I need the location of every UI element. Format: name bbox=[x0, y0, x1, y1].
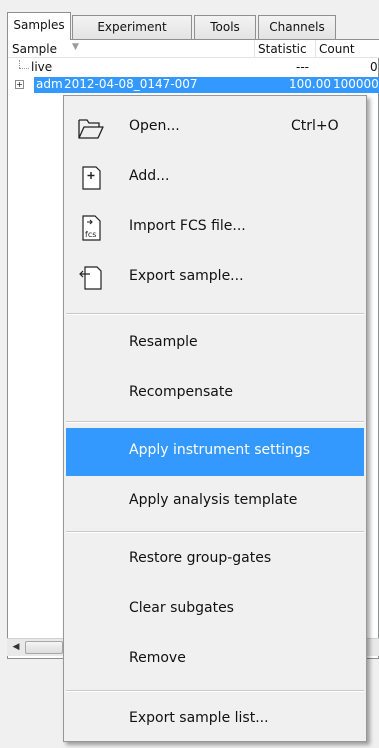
menu-item-export-sample-list[interactable]: Export sample list... bbox=[66, 696, 364, 744]
menu-item-label: Apply analysis template bbox=[129, 492, 298, 508]
selected-row-highlight[interactable]: adm 2012-04-08_0147-007 100.00 1000004 bbox=[34, 77, 379, 93]
export-document-icon bbox=[79, 266, 102, 290]
table-row-adm[interactable]: + adm 2012-04-08_0147-007 100.00 1000004 bbox=[8, 77, 379, 93]
scrollbar-thumb[interactable] bbox=[25, 641, 63, 654]
menu-item-resample[interactable]: Resample bbox=[66, 320, 364, 368]
tree-connector bbox=[19, 68, 29, 69]
menu-item-label: Export sample list... bbox=[129, 710, 269, 726]
menu-item-apply-analysis-template[interactable]: Apply analysis template bbox=[66, 478, 364, 526]
menu-item-label: Resample bbox=[129, 334, 198, 350]
svg-text:fcs: fcs bbox=[85, 230, 96, 239]
menu-item-label: Open... bbox=[129, 118, 180, 134]
menu-separator bbox=[66, 313, 364, 315]
menu-item-export-sample[interactable]: Export sample... bbox=[66, 254, 364, 302]
tree-connector bbox=[19, 60, 20, 68]
folder-icon bbox=[78, 119, 104, 139]
menu-item-label: Export sample... bbox=[129, 268, 244, 284]
menu-item-recompensate[interactable]: Recompensate bbox=[66, 370, 364, 418]
column-statistic[interactable]: Statistic bbox=[254, 40, 307, 58]
add-document-icon bbox=[82, 166, 101, 190]
sample-statistic: --- bbox=[296, 60, 309, 74]
expand-icon[interactable]: + bbox=[15, 80, 24, 89]
menu-item-apply-instrument-settings[interactable]: Apply instrument settings bbox=[66, 428, 364, 476]
menu-item-shortcut: Ctrl+O bbox=[291, 118, 339, 134]
menu-item-label: Apply instrument settings bbox=[129, 442, 311, 458]
sort-down-icon[interactable]: ▼ bbox=[72, 42, 79, 52]
sample-count: 0 bbox=[370, 60, 378, 74]
tab-experiment[interactable]: Experiment bbox=[72, 15, 192, 39]
tab-channels[interactable]: Channels bbox=[258, 15, 336, 39]
menu-item-label: Import FCS file... bbox=[129, 218, 246, 234]
sample-name: adm bbox=[36, 77, 63, 91]
menu-item-label: Remove bbox=[129, 650, 186, 666]
menu-item-clear-subgates[interactable]: Clear subgates bbox=[66, 586, 364, 634]
sample-statistic: 100.00 bbox=[289, 77, 331, 91]
tab-tools[interactable]: Tools bbox=[194, 15, 256, 39]
sample-name-rest: 2012-04-08_0147-007 bbox=[64, 77, 198, 91]
menu-separator bbox=[66, 421, 364, 423]
tab-strip: Experiment Tools Channels Samples bbox=[0, 0, 379, 40]
table-row-live[interactable]: live --- 0 bbox=[8, 60, 379, 76]
menu-item-remove[interactable]: Remove bbox=[66, 636, 364, 684]
menu-item-label: Restore group-gates bbox=[129, 550, 272, 566]
sample-name: live bbox=[31, 60, 53, 74]
menu-item-restore-group-gates[interactable]: Restore group-gates bbox=[66, 536, 364, 584]
menu-separator bbox=[66, 531, 364, 533]
column-sample[interactable]: Sample bbox=[12, 42, 57, 56]
sample-count: 1000004 bbox=[333, 77, 379, 91]
menu-item-add[interactable]: Add... bbox=[66, 154, 364, 202]
scroll-left-icon[interactable]: ◀ bbox=[7, 639, 25, 656]
tab-samples[interactable]: Samples bbox=[7, 12, 71, 40]
menu-item-label: Clear subgates bbox=[129, 600, 234, 616]
fcs-file-icon: fcs bbox=[82, 215, 101, 241]
column-count[interactable]: Count bbox=[315, 40, 355, 58]
column-header: Sample ▼ Statistic Count bbox=[8, 40, 379, 58]
menu-item-import-fcs[interactable]: fcs Import FCS file... bbox=[66, 204, 364, 252]
context-menu: Open... Ctrl+O Add... fcs Import FCS fil… bbox=[63, 95, 367, 742]
menu-item-label: Recompensate bbox=[129, 384, 233, 400]
menu-separator bbox=[66, 690, 364, 692]
menu-item-label: Add... bbox=[129, 168, 170, 184]
menu-item-open[interactable]: Open... Ctrl+O bbox=[66, 104, 364, 152]
